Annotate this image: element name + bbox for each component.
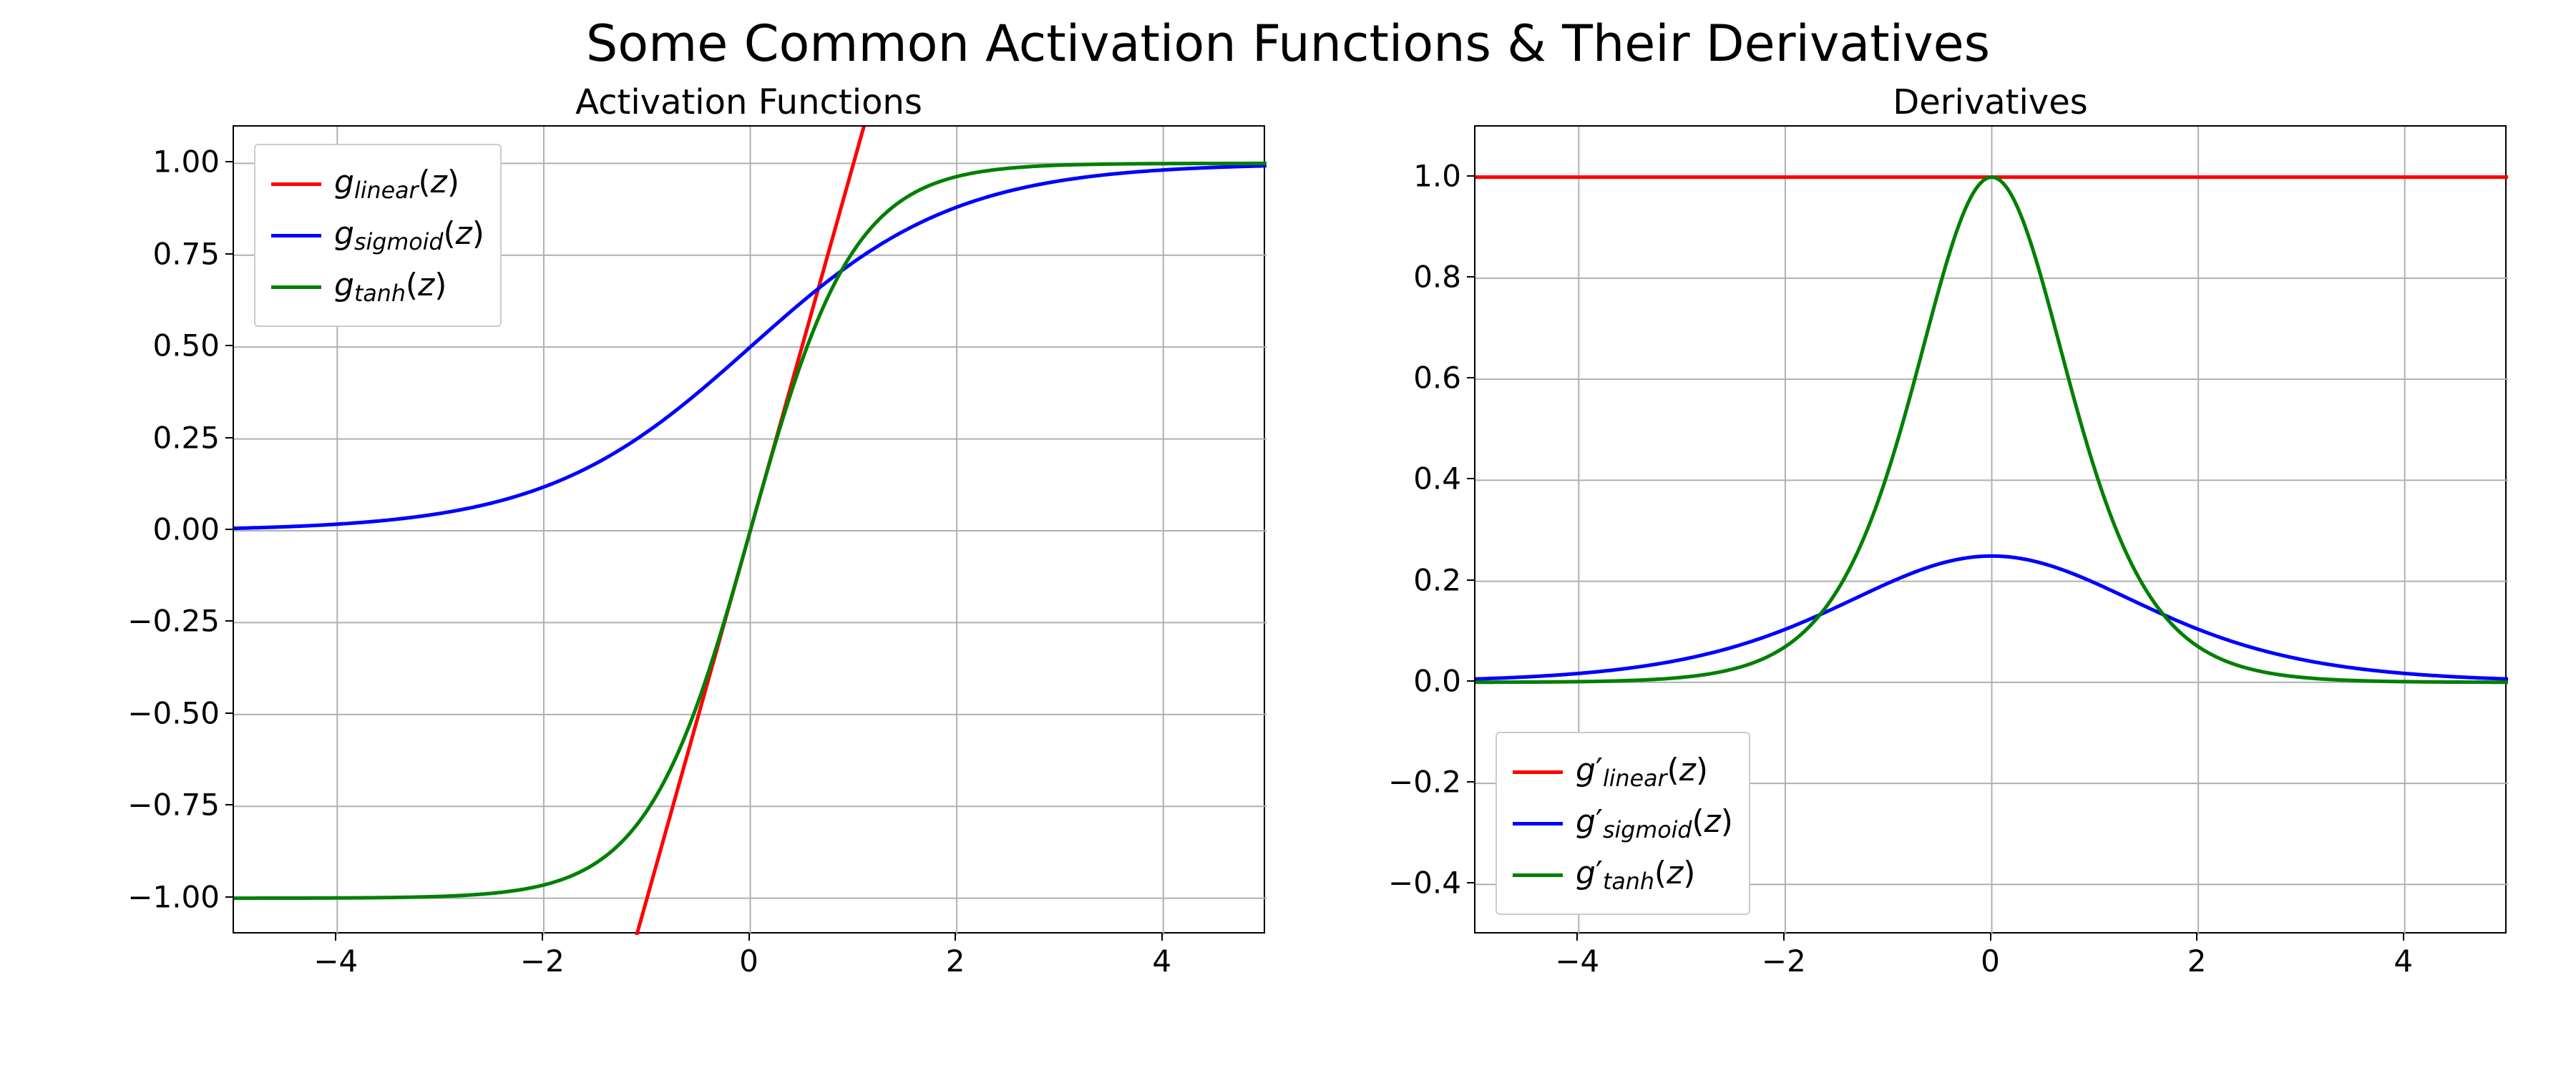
y-tick-label: 0.8 (1413, 259, 1461, 294)
legend-label: g′tanh(z) (1576, 855, 1695, 895)
legend-swatch (1513, 822, 1563, 825)
y-tick-mark (1467, 377, 1474, 378)
right-subplot-title: Derivatives (1474, 82, 2507, 122)
y-tick-label: −0.50 (127, 695, 220, 730)
x-tick-label: 0 (1981, 944, 2000, 979)
y-tick-mark (225, 620, 233, 622)
x-tick-label: 2 (2187, 944, 2207, 979)
x-tick-mark (1576, 934, 1578, 941)
y-tick-label: 0.50 (152, 328, 220, 363)
right-axes: g′linear(z) g′sigmoid(z) g′tanh(z) (1474, 125, 2507, 934)
x-tick-mark (2403, 934, 2404, 941)
x-tick-label: 0 (739, 944, 758, 979)
y-tick-mark (225, 804, 233, 805)
y-tick-label: −0.75 (127, 788, 220, 823)
legend-item: g′tanh(z) (1513, 849, 1733, 901)
legend-swatch (1513, 770, 1563, 774)
legend-swatch (271, 234, 321, 237)
y-tick-label: −0.25 (127, 604, 220, 639)
legend-swatch (271, 285, 321, 289)
legend-label: gtanh(z) (334, 267, 447, 307)
x-tick-mark (1161, 934, 1163, 941)
x-tick-mark (955, 934, 956, 941)
legend-item: g′linear(z) (1513, 746, 1733, 798)
legend-label: g′sigmoid(z) (1576, 803, 1733, 843)
x-tick-mark (335, 934, 336, 941)
y-tick-mark (225, 712, 233, 714)
y-tick-mark (1467, 478, 1474, 479)
y-tick-mark (225, 529, 233, 530)
y-tick-label: 0.4 (1413, 461, 1461, 496)
y-tick-mark (225, 896, 233, 898)
y-tick-mark (1467, 781, 1474, 783)
legend-label: g′linear(z) (1576, 752, 1708, 792)
x-tick-label: −2 (1762, 944, 1806, 979)
x-tick-mark (1783, 934, 1785, 941)
x-tick-label: −2 (520, 944, 565, 979)
x-tick-label: 4 (2394, 944, 2413, 979)
y-tick-label: 0.2 (1413, 562, 1461, 597)
y-tick-label: 0.0 (1413, 663, 1461, 698)
legend-swatch (271, 182, 321, 186)
legend-item: gsigmoid(z) (271, 210, 484, 261)
legend-item: gtanh(z) (271, 261, 484, 313)
legend-item: g′sigmoid(z) (1513, 798, 1733, 849)
y-tick-mark (225, 437, 233, 438)
y-tick-label: 1.0 (1413, 158, 1461, 193)
y-tick-label: 0.00 (152, 512, 220, 547)
y-tick-mark (1467, 276, 1474, 278)
x-tick-mark (748, 934, 750, 941)
y-tick-mark (1467, 680, 1474, 682)
y-tick-mark (225, 253, 233, 255)
left-legend: glinear(z) gsigmoid(z) gtanh(z) (254, 144, 502, 327)
x-tick-label: 4 (1152, 944, 1171, 979)
left-axes: glinear(z) gsigmoid(z) gtanh(z) (233, 125, 1265, 934)
x-tick-mark (542, 934, 543, 941)
y-tick-label: 0.25 (152, 420, 220, 455)
right-legend: g′linear(z) g′sigmoid(z) g′tanh(z) (1496, 732, 1750, 915)
left-subplot-title: Activation Functions (233, 82, 1265, 122)
legend-label: gsigmoid(z) (334, 215, 484, 255)
y-tick-label: −1.00 (127, 879, 220, 914)
y-tick-label: 1.00 (152, 144, 220, 180)
y-tick-mark (1467, 882, 1474, 883)
y-tick-mark (1467, 579, 1474, 581)
x-tick-label: 2 (946, 944, 965, 979)
x-tick-mark (1990, 934, 1991, 941)
y-tick-label: 0.6 (1413, 361, 1461, 396)
legend-swatch (1513, 873, 1563, 877)
figure-suptitle: Some Common Activation Functions & Their… (0, 14, 2576, 73)
x-tick-label: −4 (1555, 944, 1599, 979)
y-tick-mark (1467, 175, 1474, 177)
x-tick-label: −4 (313, 944, 358, 979)
y-tick-label: −0.4 (1388, 866, 1461, 901)
y-tick-label: 0.75 (152, 236, 220, 271)
figure: Some Common Activation Functions & Their… (0, 0, 2576, 1073)
y-tick-label: −0.2 (1388, 765, 1461, 800)
y-tick-mark (225, 161, 233, 162)
y-tick-mark (225, 345, 233, 346)
legend-label: glinear(z) (334, 164, 459, 204)
legend-item: glinear(z) (271, 158, 484, 210)
x-tick-mark (2196, 934, 2197, 941)
